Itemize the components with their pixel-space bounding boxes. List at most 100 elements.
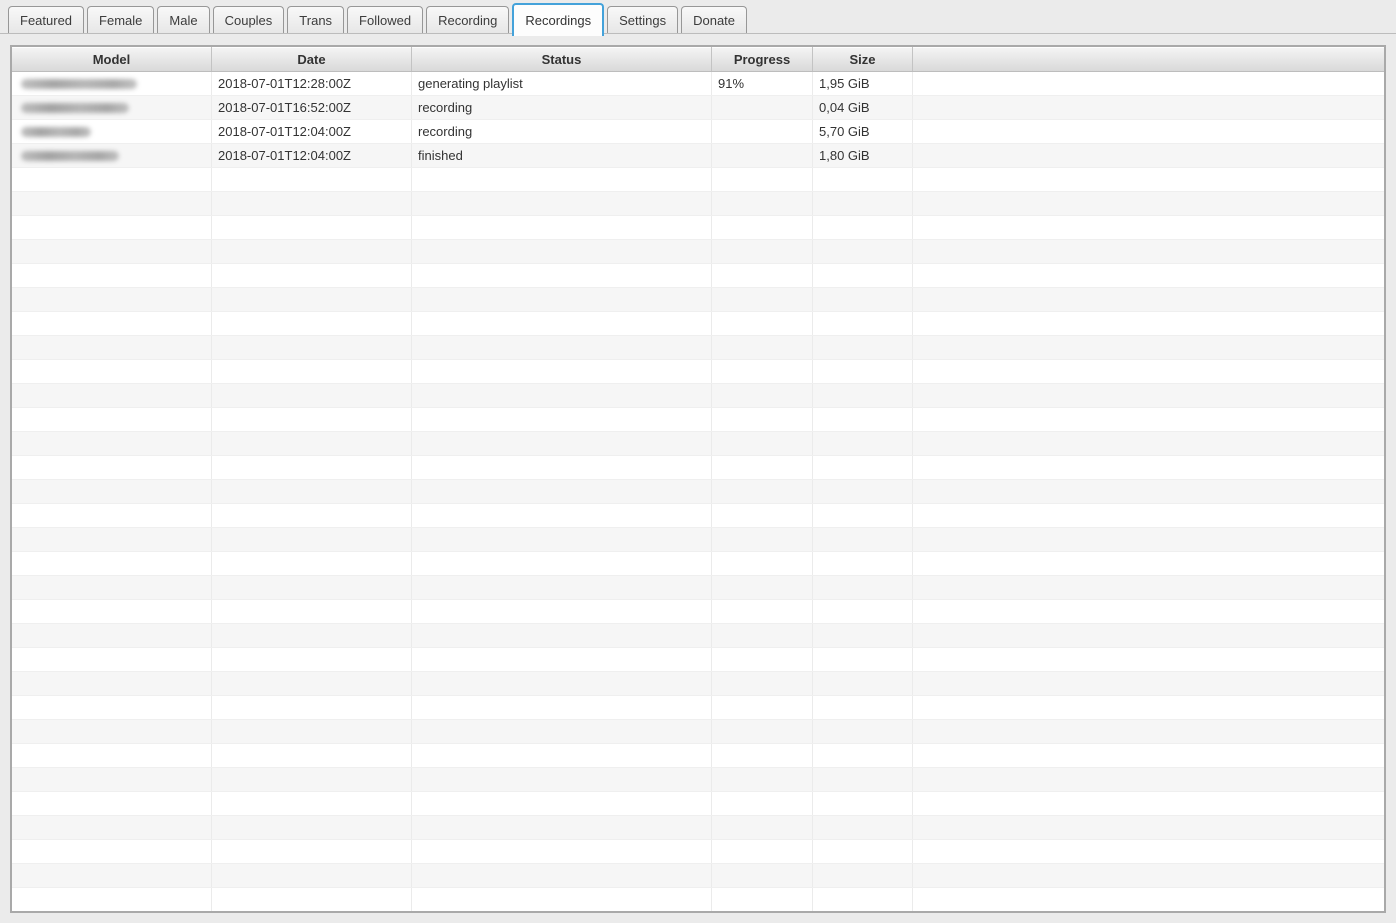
cell-filler — [913, 600, 1384, 623]
table-row-empty[interactable] — [12, 264, 1384, 288]
table-row-empty[interactable] — [12, 792, 1384, 816]
cell-date — [212, 408, 412, 431]
cell-size: 5,70 GiB — [813, 120, 913, 143]
column-header-size[interactable]: Size — [813, 47, 913, 71]
cell-filler — [913, 744, 1384, 767]
cell-model — [12, 456, 212, 479]
tab-female[interactable]: Female — [87, 6, 155, 33]
table-row-empty[interactable] — [12, 480, 1384, 504]
cell-progress — [712, 264, 813, 287]
tab-recording[interactable]: Recording — [426, 6, 510, 33]
table-row-empty[interactable] — [12, 768, 1384, 792]
tab-followed[interactable]: Followed — [347, 6, 424, 33]
column-header-model[interactable]: Model — [12, 47, 212, 71]
table-row-empty[interactable] — [12, 408, 1384, 432]
column-header-progress[interactable]: Progress — [712, 47, 813, 71]
cell-status — [412, 648, 712, 671]
table-row-empty[interactable] — [12, 456, 1384, 480]
cell-status — [412, 600, 712, 623]
table-row-empty[interactable] — [12, 600, 1384, 624]
cell-size — [813, 168, 913, 191]
cell-filler — [913, 264, 1384, 287]
table-row-empty[interactable] — [12, 528, 1384, 552]
cell-progress — [712, 744, 813, 767]
table-row-empty[interactable] — [12, 504, 1384, 528]
cell-status — [412, 504, 712, 527]
table-row[interactable]: 2018-07-01T16:52:00Z recording 0,04 GiB — [12, 96, 1384, 120]
table-row-empty[interactable] — [12, 216, 1384, 240]
cell-model — [12, 240, 212, 263]
table-row-empty[interactable] — [12, 672, 1384, 696]
cell-status: generating playlist — [412, 72, 712, 95]
table-row[interactable]: 2018-07-01T12:04:00Z finished 1,80 GiB — [12, 144, 1384, 168]
column-header-status[interactable]: Status — [412, 47, 712, 71]
table-row-empty[interactable] — [12, 816, 1384, 840]
cell-size — [813, 552, 913, 575]
table-row-empty[interactable] — [12, 744, 1384, 768]
cell-size — [813, 384, 913, 407]
tab-settings[interactable]: Settings — [607, 6, 679, 33]
table-row-empty[interactable] — [12, 720, 1384, 744]
cell-size — [813, 504, 913, 527]
table-row-empty[interactable] — [12, 888, 1384, 911]
table-row-empty[interactable] — [12, 384, 1384, 408]
tab-recordings[interactable]: Recordings — [512, 3, 605, 36]
table-row-empty[interactable] — [12, 432, 1384, 456]
tab-trans[interactable]: Trans — [287, 6, 345, 33]
cell-size — [813, 864, 913, 887]
table-row-empty[interactable] — [12, 576, 1384, 600]
tab-male[interactable]: Male — [157, 6, 210, 33]
cell-size — [813, 696, 913, 719]
cell-progress — [712, 192, 813, 215]
cell-progress — [712, 648, 813, 671]
cell-progress — [712, 408, 813, 431]
cell-date — [212, 672, 412, 695]
table-row-empty[interactable] — [12, 168, 1384, 192]
redacted-model-name — [21, 102, 129, 113]
cell-model — [12, 792, 212, 815]
tab-donate[interactable]: Donate — [681, 6, 748, 33]
cell-filler — [913, 72, 1384, 95]
cell-status — [412, 384, 712, 407]
table-row-empty[interactable] — [12, 240, 1384, 264]
table-row-empty[interactable] — [12, 696, 1384, 720]
tab-featured[interactable]: Featured — [8, 6, 85, 33]
cell-progress — [712, 240, 813, 263]
cell-filler — [913, 144, 1384, 167]
cell-progress — [712, 96, 813, 119]
cell-date — [212, 336, 412, 359]
cell-date — [212, 480, 412, 503]
cell-model — [12, 192, 212, 215]
table-row[interactable]: 2018-07-01T12:04:00Z recording 5,70 GiB — [12, 120, 1384, 144]
column-header-date[interactable]: Date — [212, 47, 412, 71]
table-row-empty[interactable] — [12, 552, 1384, 576]
cell-model — [12, 336, 212, 359]
cell-size — [813, 648, 913, 671]
cell-filler — [913, 840, 1384, 863]
column-header-filler[interactable] — [913, 47, 1384, 71]
cell-progress — [712, 672, 813, 695]
table-row[interactable]: 2018-07-01T12:28:00Z generating playlist 9… — [12, 72, 1384, 96]
redacted-model-name — [21, 78, 137, 89]
table-row-empty[interactable] — [12, 288, 1384, 312]
cell-status — [412, 576, 712, 599]
table-row-empty[interactable] — [12, 360, 1384, 384]
table-row-empty[interactable] — [12, 648, 1384, 672]
table-row-empty[interactable] — [12, 192, 1384, 216]
cell-model — [12, 768, 212, 791]
table-row-empty[interactable] — [12, 312, 1384, 336]
table-row-empty[interactable] — [12, 624, 1384, 648]
table-row-empty[interactable] — [12, 336, 1384, 360]
table-row-empty[interactable] — [12, 864, 1384, 888]
cell-filler — [913, 720, 1384, 743]
table-row-empty[interactable] — [12, 840, 1384, 864]
cell-filler — [913, 456, 1384, 479]
cell-filler — [913, 192, 1384, 215]
cell-status — [412, 720, 712, 743]
cell-filler — [913, 816, 1384, 839]
cell-model — [12, 552, 212, 575]
cell-size — [813, 768, 913, 791]
cell-size — [813, 288, 913, 311]
tab-couples[interactable]: Couples — [212, 6, 285, 33]
cell-date — [212, 744, 412, 767]
